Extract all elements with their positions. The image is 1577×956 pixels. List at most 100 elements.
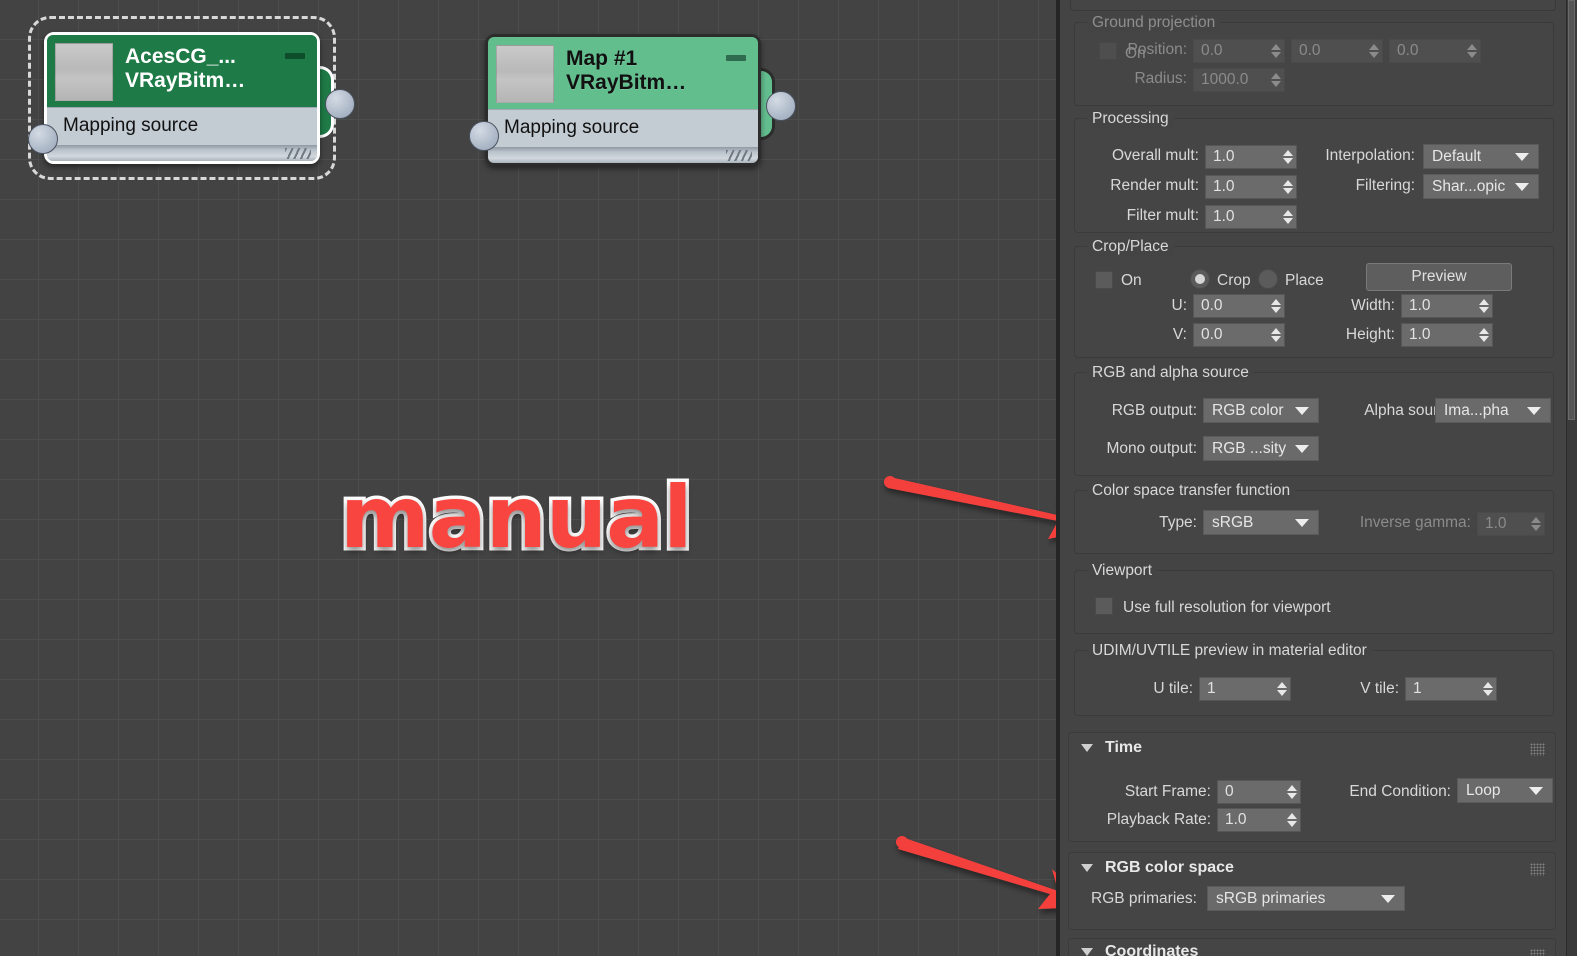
node-thumbnail <box>496 45 554 103</box>
resize-grip-icon[interactable] <box>285 148 311 159</box>
node-slot-mapping-source[interactable]: Mapping source <box>47 107 317 145</box>
rollout-rgb-color-space-header[interactable]: RGB color space <box>1069 853 1555 883</box>
position-y-field[interactable]: 0.0 <box>1291 39 1383 63</box>
crop-v-value: 0.0 <box>1201 326 1223 343</box>
spinner-arrows-icon[interactable] <box>1287 813 1297 827</box>
node-footer <box>488 147 758 163</box>
position-x-field[interactable]: 0.0 <box>1193 39 1285 63</box>
spinner-arrows-icon[interactable] <box>1531 517 1541 531</box>
node-header[interactable]: Map #1 VRayBitm… <box>488 37 758 109</box>
end-condition-label: End Condition: <box>1349 783 1451 800</box>
spinner-arrows-icon[interactable] <box>1271 299 1281 313</box>
rollout-time-header[interactable]: Time <box>1069 733 1555 763</box>
spinner-arrows-icon[interactable] <box>1277 682 1287 696</box>
node-header[interactable]: AcesCG_... VRayBitm… <box>47 35 317 107</box>
alpha-source-dropdown[interactable]: Ima...pha <box>1435 398 1551 423</box>
chevron-down-icon[interactable] <box>1081 864 1093 872</box>
spinner-arrows-icon[interactable] <box>1271 73 1281 87</box>
place-radio[interactable] <box>1258 269 1278 289</box>
rollout-coordinates: Coordinates <box>1068 938 1556 956</box>
node-acescg[interactable]: AcesCG_... VRayBitm… Mapping source <box>28 16 355 180</box>
spinner-arrows-icon[interactable] <box>1283 210 1293 224</box>
preview-button[interactable]: Preview <box>1366 263 1512 291</box>
crop-u-field[interactable]: 0.0 <box>1193 294 1285 318</box>
spinner-arrows-icon[interactable] <box>1271 328 1281 342</box>
rollout-coordinates-header[interactable]: Coordinates <box>1069 939 1555 956</box>
spinner-arrows-icon[interactable] <box>1369 44 1379 58</box>
filtering-dropdown[interactable]: Shar...opic <box>1423 174 1539 199</box>
playback-rate-field[interactable]: 1.0 <box>1217 808 1301 832</box>
node-graph-canvas[interactable]: AcesCG_... VRayBitm… Mapping source Map … <box>0 0 1102 956</box>
minimize-icon[interactable] <box>726 55 746 61</box>
node-thumbnail <box>55 43 113 101</box>
u-tile-field[interactable]: 1 <box>1199 677 1291 701</box>
start-frame-label: Start Frame: <box>1124 783 1211 800</box>
previous-group-strip <box>1070 0 1556 11</box>
crop-radio[interactable] <box>1190 269 1210 289</box>
spinner-arrows-icon[interactable] <box>1479 328 1489 342</box>
spinner-arrows-icon[interactable] <box>1483 682 1493 696</box>
group-title: Processing <box>1087 110 1174 128</box>
spinner-arrows-icon[interactable] <box>1479 299 1489 313</box>
overall-mult-label: Overall mult: <box>1112 147 1199 164</box>
use-full-resolution-checkbox[interactable] <box>1095 597 1113 615</box>
node-body[interactable]: AcesCG_... VRayBitm… Mapping source <box>44 32 320 164</box>
resize-grip-icon[interactable] <box>726 150 752 161</box>
end-condition-dropdown[interactable]: Loop <box>1457 778 1553 803</box>
u-label: U: <box>1171 297 1188 314</box>
group-crop-place: Crop/Place On Crop Place Preview U: 0.0 … <box>1074 238 1554 358</box>
position-z-value: 0.0 <box>1397 42 1419 59</box>
node-map-1[interactable]: Map #1 VRayBitm… Mapping source <box>469 34 796 166</box>
radius-label: Radius: <box>1134 70 1187 87</box>
group-rgb-alpha-source: RGB and alpha source RGB output: RGB col… <box>1074 364 1554 476</box>
chevron-down-icon[interactable] <box>1081 948 1093 956</box>
radius-field[interactable]: 1000.0 <box>1193 68 1285 92</box>
chevron-down-icon[interactable] <box>1081 744 1093 752</box>
v-tile-field[interactable]: 1 <box>1405 677 1497 701</box>
mono-output-label: Mono output: <box>1106 440 1197 457</box>
spinner-arrows-icon[interactable] <box>1271 44 1281 58</box>
group-title: Crop/Place <box>1087 238 1174 256</box>
panel-scrollbar[interactable] <box>1566 0 1577 956</box>
node-input-socket[interactable] <box>28 124 58 154</box>
node-output-socket[interactable] <box>325 89 355 119</box>
interpolation-label: Interpolation: <box>1325 147 1415 164</box>
node-title: AcesCG_... <box>125 45 236 68</box>
spinner-arrows-icon[interactable] <box>1467 44 1477 58</box>
chevron-down-icon <box>1295 406 1309 415</box>
crop-radio-label: Crop <box>1217 272 1251 289</box>
filter-mult-field[interactable]: 1.0 <box>1205 205 1297 229</box>
interpolation-dropdown[interactable]: Default <box>1423 144 1539 169</box>
rgb-primaries-label: RGB primaries: <box>1091 890 1197 907</box>
filtering-label: Filtering: <box>1355 177 1415 194</box>
node-input-socket[interactable] <box>469 121 499 151</box>
crop-place-on-label: On <box>1121 272 1142 289</box>
rgb-primaries-dropdown[interactable]: sRGB primaries <box>1207 886 1405 911</box>
node-body[interactable]: Map #1 VRayBitm… Mapping source <box>485 34 761 166</box>
end-condition-value: Loop <box>1466 781 1501 799</box>
crop-place-on-checkbox[interactable] <box>1095 271 1113 289</box>
spinner-arrows-icon[interactable] <box>1287 785 1297 799</box>
node-output-socket[interactable] <box>766 91 796 121</box>
node-title: Map #1 <box>566 47 638 70</box>
rollout-grip-icon[interactable] <box>1530 863 1545 876</box>
crop-v-field[interactable]: 0.0 <box>1193 323 1285 347</box>
mono-output-dropdown[interactable]: RGB ...sity <box>1203 436 1319 461</box>
minimize-icon[interactable] <box>285 53 305 59</box>
rollout-time-title: Time <box>1105 739 1143 756</box>
start-frame-field[interactable]: 0 <box>1217 780 1301 804</box>
manual-annotation-text: manual <box>337 465 697 572</box>
panel-scrollbar-thumb[interactable] <box>1568 0 1575 420</box>
crop-height-value: 1.0 <box>1409 326 1431 343</box>
rollout-grip-icon[interactable] <box>1530 743 1545 756</box>
rollout-grip-icon[interactable] <box>1530 949 1545 956</box>
v-label: V: <box>1172 326 1187 343</box>
crop-height-field[interactable]: 1.0 <box>1401 323 1493 347</box>
alpha-source-value: Ima...pha <box>1444 401 1509 419</box>
inverse-gamma-field[interactable]: 1.0 <box>1477 512 1545 536</box>
transfer-type-dropdown[interactable]: sRGB <box>1203 510 1319 535</box>
position-z-field[interactable]: 0.0 <box>1389 39 1481 63</box>
node-slot-mapping-source[interactable]: Mapping source <box>488 109 758 147</box>
crop-width-field[interactable]: 1.0 <box>1401 294 1493 318</box>
rgb-output-dropdown[interactable]: RGB color <box>1203 398 1319 423</box>
